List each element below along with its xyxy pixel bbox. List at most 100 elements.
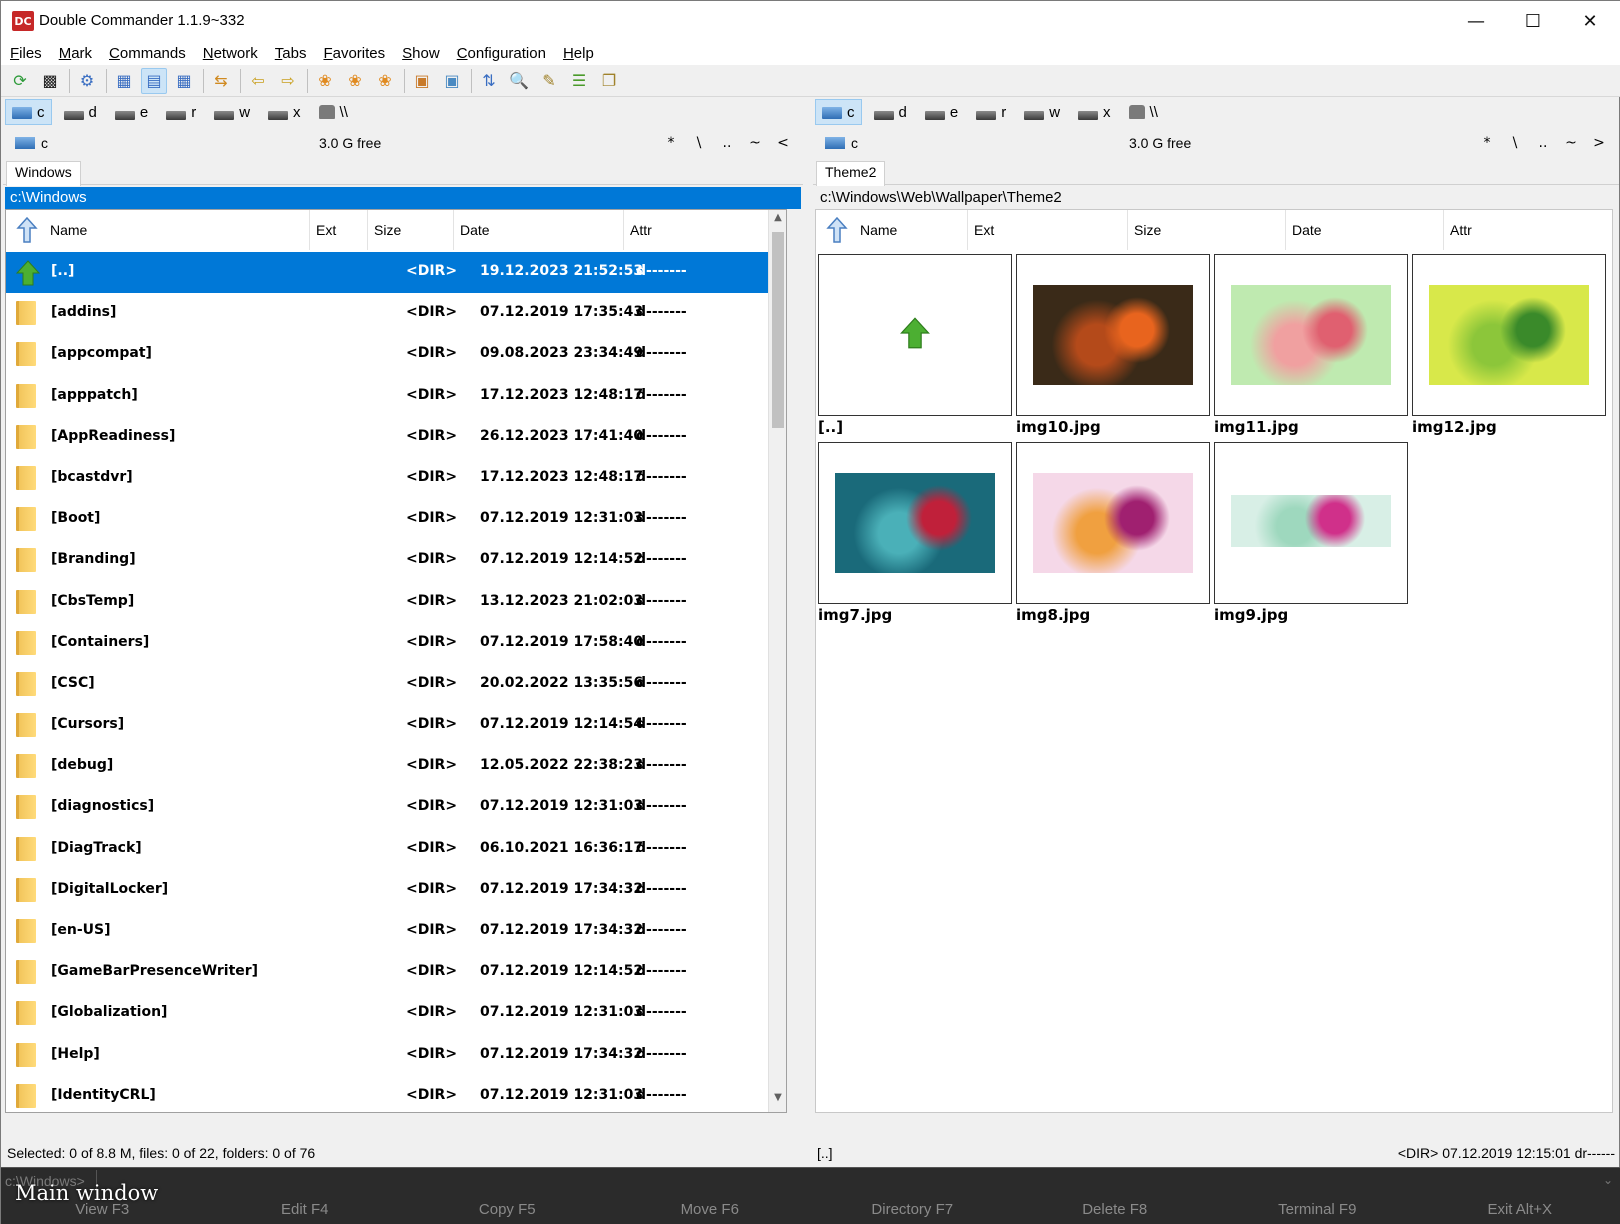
scroll-thumb[interactable] [772,232,784,428]
drive-button-w[interactable]: w [208,99,256,125]
refresh-icon[interactable]: ⟳ [7,68,33,94]
column-date[interactable]: Date [454,210,624,250]
full-view-icon[interactable]: ▤ [141,67,167,94]
drive-button-w[interactable]: w [1018,99,1066,125]
nav-button[interactable]: ~ [741,135,769,151]
test-archive-icon[interactable]: ❀ [372,68,398,94]
table-row[interactable]: [apppatch] <DIR> 17.12.2023 12:48:17 d-----… [6,376,772,417]
table-row[interactable]: [CSC] <DIR> 20.02.2022 13:35:56 d------- [6,664,772,705]
column-name[interactable]: Name [44,210,310,250]
drive-button-d[interactable]: d [58,99,103,125]
column-size[interactable]: Size [1128,210,1286,250]
right-drive-name[interactable]: c [851,135,858,151]
nav-button[interactable]: \ [685,135,713,151]
menu-configuration[interactable]: Configuration [457,45,546,62]
left-scrollbar[interactable]: ▲ ▼ [768,210,786,1112]
nav-button[interactable]: ~ [1557,135,1585,151]
table-row[interactable]: [en-US] <DIR> 07.12.2019 17:34:32 d------- [6,911,772,952]
nav-button[interactable]: * [657,135,685,151]
scroll-up-icon[interactable]: ▲ [769,212,786,230]
nav-button[interactable]: > [1585,135,1613,151]
archive-pack-icon[interactable]: ▣ [409,68,435,94]
menu-files[interactable]: Files [10,45,42,62]
table-row[interactable]: [Containers] <DIR> 07.12.2019 17:58:40 d---… [6,623,772,664]
panel-splitter[interactable] [803,97,813,1167]
nav-button[interactable]: * [1473,135,1501,151]
drive-button-e[interactable]: e [109,99,154,125]
right-path[interactable]: c:\Windows\Web\Wallpaper\Theme2 [815,187,1617,209]
menu-commands[interactable]: Commands [109,45,186,62]
thumbnail-item[interactable]: img12.jpg [1412,254,1606,438]
table-row[interactable]: [diagnostics] <DIR> 07.12.2019 12:31:03 d--… [6,787,772,828]
tab-theme2[interactable]: Theme2 [816,161,886,186]
drive-button-x[interactable]: x [1072,99,1117,125]
thumbnail-item[interactable]: img9.jpg [1214,442,1408,626]
fkey-delete-button[interactable]: Delete F8 [1014,1195,1217,1224]
column-ext[interactable]: Ext [310,210,368,250]
table-row[interactable]: [Branding] <DIR> 07.12.2019 12:14:52 d-----… [6,540,772,581]
menu-tabs[interactable]: Tabs [275,45,307,62]
column-attr[interactable]: Attr [624,210,770,250]
left-path[interactable]: c:\Windows [5,187,801,209]
scroll-down-icon[interactable]: ▼ [769,1092,786,1110]
left-drive-name[interactable]: c [41,135,48,151]
table-row[interactable]: [Help] <DIR> 07.12.2019 17:34:32 d------- [6,1035,772,1076]
sort-up-icon[interactable] [16,216,38,244]
table-row[interactable]: [GameBarPresenceWriter] <DIR> 07.12.2019 1… [6,952,772,993]
drive-button-network[interactable]: \\ [313,99,354,125]
drive-button-e[interactable]: e [919,99,964,125]
thumbnail-item[interactable]: img10.jpg [1016,254,1210,438]
drive-button-r[interactable]: r [160,99,202,125]
directory-hotlist-icon[interactable]: ☰ [566,68,592,94]
maximize-button[interactable]: ☐ [1505,1,1561,41]
archive-extract-icon[interactable]: ▣ [439,68,465,94]
table-row[interactable]: [Cursors] <DIR> 07.12.2019 12:14:54 d------… [6,705,772,746]
sync-dirs-icon[interactable]: ⇅ [476,68,502,94]
parent-dir-row[interactable]: [..] <DIR> 19.12.2023 21:52:53 d------- [6,252,772,294]
table-row[interactable]: [DiagTrack] <DIR> 06.10.2021 16:36:17 d----… [6,829,772,870]
tab-windows[interactable]: Windows [6,161,81,186]
menu-favorites[interactable]: Favorites [323,45,385,62]
drive-button-network[interactable]: \\ [1123,99,1164,125]
sort-up-icon[interactable] [826,216,848,244]
drive-button-r[interactable]: r [970,99,1012,125]
table-row[interactable]: [IdentityCRL] <DIR> 07.12.2019 12:31:03 d--… [6,1076,772,1112]
options-icon[interactable]: ⚙ [74,68,100,94]
thumbnail-item[interactable]: img7.jpg [818,442,1012,626]
column-ext[interactable]: Ext [968,210,1128,250]
thumbnail-item[interactable]: img11.jpg [1214,254,1408,438]
fkey-copy-button[interactable]: Copy F5 [406,1195,609,1224]
right-thumbnail-view[interactable]: Name Ext Size Date Attr [..] img10.jpg img… [815,209,1613,1113]
unpack-icon[interactable]: ❀ [342,68,368,94]
copy-right-icon[interactable]: ⇨ [275,68,301,94]
fkey-directory-button[interactable]: Directory F7 [811,1195,1014,1224]
column-attr[interactable]: Attr [1444,210,1610,250]
copy-left-icon[interactable]: ⇦ [245,68,271,94]
thumbnail-view-icon[interactable]: ▦ [171,68,197,94]
fkey-exit-button[interactable]: Exit Alt+X [1419,1195,1620,1224]
table-row[interactable]: [Globalization] <DIR> 07.12.2019 12:31:03 d… [6,993,772,1034]
table-row[interactable]: [CbsTemp] <DIR> 13.12.2023 21:02:03 d------… [6,582,772,623]
menu-help[interactable]: Help [563,45,594,62]
thumbnail-item[interactable]: img8.jpg [1016,442,1210,626]
fkey-terminal-button[interactable]: Terminal F9 [1216,1195,1419,1224]
column-name[interactable]: Name [854,210,968,250]
pack-icon[interactable]: ❀ [312,68,338,94]
minimize-button[interactable]: — [1448,1,1504,41]
thumbnail-parent-dir[interactable]: [..] [818,254,1012,438]
close-button[interactable]: ✕ [1562,1,1618,41]
nav-button[interactable]: .. [713,135,741,151]
drive-button-x[interactable]: x [262,99,307,125]
copy-names-icon[interactable]: ❐ [596,68,622,94]
search-icon[interactable]: 🔍 [506,68,532,94]
drive-button-c[interactable]: c [5,99,52,125]
nav-button[interactable]: \ [1501,135,1529,151]
table-row[interactable]: [AppReadiness] <DIR> 26.12.2023 17:41:40 d-… [6,417,772,458]
table-row[interactable]: [DigitalLocker] <DIR> 07.12.2019 17:34:32 d… [6,870,772,911]
column-size[interactable]: Size [368,210,454,250]
compare-dirs-icon[interactable]: ⇆ [208,68,234,94]
column-date[interactable]: Date [1286,210,1444,250]
drive-button-d[interactable]: d [868,99,913,125]
table-row[interactable]: [debug] <DIR> 12.05.2022 22:38:23 d------- [6,746,772,787]
brief-view-icon[interactable]: ▦ [111,68,137,94]
